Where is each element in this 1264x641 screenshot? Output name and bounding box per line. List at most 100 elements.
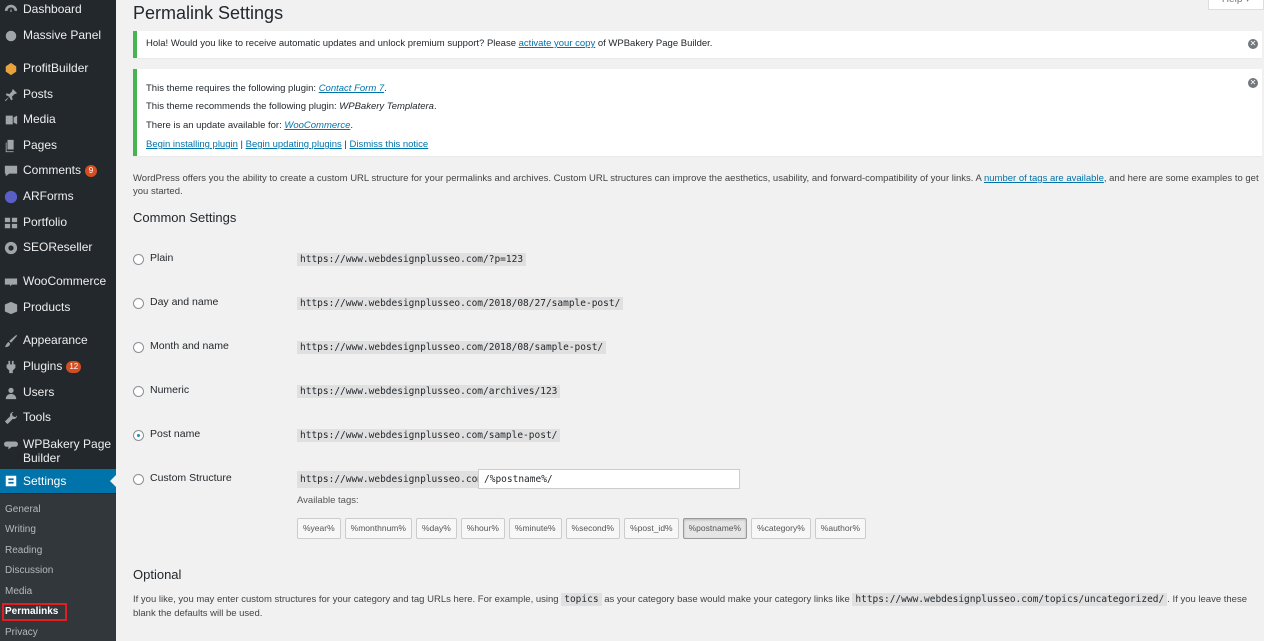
sidebar-item-users[interactable]: Users	[0, 385, 116, 401]
woocommerce-link[interactable]: WooCommerce	[284, 120, 350, 131]
sidebar-item-label: Products	[23, 300, 71, 314]
optional-heading: Optional	[133, 567, 182, 582]
help-tab[interactable]: Help ▾	[1208, 0, 1264, 10]
sidebar-item-woocommerce[interactable]: WooCommerce	[0, 274, 116, 290]
sidebar-item-plugins[interactable]: Plugins 12	[0, 359, 116, 375]
tag-year-button[interactable]: %year%	[297, 518, 341, 539]
tag-category-button[interactable]: %category%	[751, 518, 811, 539]
sidebar-item-label: Tools	[23, 410, 52, 424]
permalink-option-custom[interactable]: Custom Structure https://www.webdesignpl…	[133, 470, 487, 488]
sidebar-item-profitbuilder[interactable]: ProfitBuilder	[0, 61, 116, 77]
radio-day-name[interactable]	[133, 297, 144, 309]
activate-copy-link[interactable]: activate your copy	[519, 38, 596, 49]
sidebar-item-wpbakery[interactable]: WPBakery Page Builder	[0, 437, 116, 465]
products-icon	[3, 300, 19, 316]
available-tags-label: Available tags:	[297, 495, 359, 506]
notice-actions: Begin installing plugin | Begin updating…	[146, 139, 429, 150]
sidebar-item-label: ARForms	[23, 189, 74, 203]
sidebar-item-seoreseller[interactable]: SEOReseller	[0, 240, 116, 256]
tags-available-link[interactable]: number of tags are available	[984, 173, 1104, 184]
plugin-icon	[3, 359, 19, 375]
comments-count-badge: 9	[85, 165, 98, 177]
submenu-discussion[interactable]: Discussion	[5, 565, 53, 577]
sidebar-item-settings[interactable]: Settings	[0, 469, 116, 493]
plugins-notice: This theme requires the following plugin…	[133, 69, 1262, 156]
optional-description: If you like, you may enter custom struct…	[133, 593, 1247, 619]
submenu-reading[interactable]: Reading	[5, 545, 42, 557]
submenu-general[interactable]: General	[5, 504, 41, 516]
tag-minute-button[interactable]: %minute%	[508, 518, 562, 539]
sidebar-item-appearance[interactable]: Appearance	[0, 333, 116, 349]
available-tags: %year% %monthnum% %day% %hour% %minute% …	[297, 518, 866, 539]
submenu-permalinks[interactable]: Permalinks	[1, 603, 68, 621]
sidebar-item-label: Pages	[23, 138, 58, 152]
recommended-plugin-line: This theme recommends the following plug…	[146, 101, 437, 112]
sidebar-item-label: Massive Panel	[23, 28, 102, 42]
radio-month-name[interactable]	[133, 341, 144, 353]
dismiss-notice-link[interactable]: Dismiss this notice	[350, 139, 429, 150]
option-label: Month and name	[150, 340, 229, 352]
sidebar-item-pages[interactable]: Pages	[0, 138, 116, 154]
tag-day-button[interactable]: %day%	[415, 518, 457, 539]
option-example: https://www.webdesignplusseo.com/2018/08…	[297, 296, 624, 310]
sidebar-item-products[interactable]: Products	[0, 300, 116, 316]
permalink-option-day-name[interactable]: Day and name https://www.webdesignplusse…	[133, 295, 624, 311]
option-example: https://www.webdesignplusseo.com/2018/08…	[297, 340, 607, 354]
tag-second-button[interactable]: %second%	[565, 518, 621, 539]
sidebar-item-label: Users	[23, 385, 55, 399]
tag-monthnum-button[interactable]: %monthnum%	[344, 518, 412, 539]
radio-post-name[interactable]	[133, 429, 144, 441]
brush-icon	[3, 333, 19, 349]
sidebar-item-label: Plugins 12	[23, 359, 82, 373]
sidebar-item-label: WPBakery Page Builder	[23, 437, 112, 465]
wpbakery-icon	[3, 437, 19, 453]
permalink-option-post-name[interactable]: Post name https://www.webdesignplusseo.c…	[133, 427, 561, 443]
close-icon[interactable]: ✕	[1248, 39, 1258, 49]
sidebar-item-label: Media	[23, 112, 56, 126]
submenu-writing[interactable]: Writing	[5, 524, 36, 536]
sidebar-item-label: Portfolio	[23, 215, 68, 229]
option-label: Post name	[150, 428, 201, 440]
radio-numeric[interactable]	[133, 385, 144, 397]
close-icon[interactable]: ✕	[1248, 78, 1258, 88]
sidebar-item-dashboard[interactable]: Dashboard	[0, 2, 116, 18]
sidebar-item-massive-panel[interactable]: Massive Panel	[0, 28, 116, 44]
submenu-privacy[interactable]: Privacy	[5, 627, 38, 639]
settings-icon	[3, 473, 19, 489]
sidebar-item-label: SEOReseller	[23, 240, 93, 254]
option-example: https://www.webdesignplusseo.com/?p=123	[297, 252, 527, 266]
category-base-example: topics	[561, 593, 602, 606]
option-label: Plain	[150, 252, 174, 264]
begin-updating-link[interactable]: Begin updating plugins	[246, 139, 342, 150]
tag-author-button[interactable]: %author%	[814, 518, 866, 539]
permalink-option-plain[interactable]: Plain https://www.webdesignplusseo.com/?…	[133, 251, 527, 267]
sidebar-item-label: Dashboard	[23, 2, 82, 16]
submenu-media[interactable]: Media	[5, 586, 32, 598]
media-icon	[3, 112, 19, 128]
sidebar-item-portfolio[interactable]: Portfolio	[0, 215, 116, 231]
dashboard-icon	[3, 2, 19, 18]
profitbuilder-icon	[3, 61, 19, 77]
notice-text: Hola! Would you like to receive automati…	[146, 38, 713, 49]
permalink-option-numeric[interactable]: Numeric https://www.webdesignplusseo.com…	[133, 383, 561, 399]
tag-hour-button[interactable]: %hour%	[460, 518, 505, 539]
sidebar-item-media[interactable]: Media	[0, 112, 116, 128]
wrench-icon	[3, 410, 19, 426]
tag-postname-button[interactable]: %postname%	[682, 518, 748, 539]
tag-post-id-button[interactable]: %post_id%	[624, 518, 679, 539]
admin-sidebar: Dashboard Massive Panel ProfitBuilder Po…	[0, 0, 116, 641]
radio-plain[interactable]	[133, 253, 144, 265]
sidebar-item-posts[interactable]: Posts	[0, 87, 116, 103]
permalink-option-month-name[interactable]: Month and name https://www.webdesignplus…	[133, 339, 607, 355]
begin-installing-link[interactable]: Begin installing plugin	[146, 139, 238, 150]
contact-form-7-link[interactable]: Contact Form 7	[319, 83, 384, 94]
sidebar-item-comments[interactable]: Comments 9	[0, 163, 116, 179]
sidebar-item-tools[interactable]: Tools	[0, 410, 116, 426]
custom-structure-input[interactable]	[478, 469, 740, 489]
category-link-example: https://www.webdesignplusseo.com/topics/…	[852, 593, 1168, 606]
page-title: Permalink Settings	[133, 3, 284, 23]
sidebar-item-arforms[interactable]: ARForms	[0, 189, 116, 205]
comments-icon	[3, 163, 19, 179]
radio-custom[interactable]	[133, 473, 144, 485]
option-example: https://www.webdesignplusseo.com/archive…	[297, 384, 561, 398]
